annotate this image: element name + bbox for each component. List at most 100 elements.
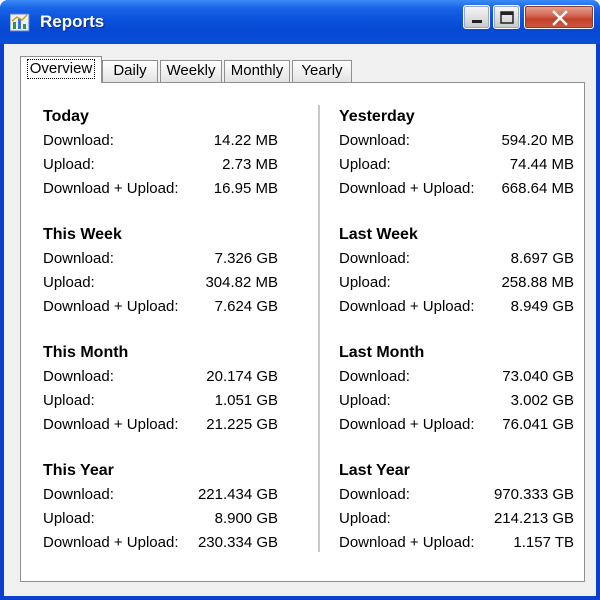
section-title: Today — [43, 108, 89, 125]
total-label: Download + Upload: — [339, 298, 475, 315]
total-value: 76.041 GB — [502, 416, 574, 433]
total-row: Download + Upload: 230.334 GB — [43, 531, 278, 555]
total-value: 668.64 MB — [501, 180, 574, 197]
section-this-month: This Month Download: 20.174 GB Upload: 1… — [43, 341, 278, 437]
download-row: Download: 20.174 GB — [43, 365, 278, 389]
upload-row: Upload: 214.213 GB — [339, 507, 574, 531]
total-row: Download + Upload: 1.157 TB — [339, 531, 574, 555]
close-icon — [552, 10, 568, 26]
section-title: Last Week — [339, 226, 418, 243]
tab-overview[interactable]: Overview — [20, 56, 102, 83]
download-label: Download: — [339, 368, 410, 385]
upload-value: 1.051 GB — [214, 392, 278, 409]
upload-row: Upload: 1.051 GB — [43, 389, 278, 413]
reports-window: Reports Overview Daily Weekly Monthly Ye… — [0, 0, 600, 600]
download-row: Download: 594.20 MB — [339, 129, 574, 153]
download-value: 970.333 GB — [493, 486, 574, 503]
bar-chart-icon — [9, 12, 30, 32]
section-last-month: Last Month Download: 73.040 GB Upload: 3… — [339, 341, 574, 437]
section-title: Yesterday — [339, 108, 415, 125]
total-value: 7.624 GB — [214, 298, 278, 315]
upload-row: Upload: 74.44 MB — [339, 153, 574, 177]
upload-value: 304.82 MB — [205, 274, 278, 291]
upload-label: Upload: — [339, 510, 391, 527]
overview-panel: Today Download: 14.22 MB Upload: 2.73 MB… — [20, 82, 585, 582]
client-area: Overview Daily Weekly Monthly Yearly Tod… — [4, 44, 596, 596]
minimize-button[interactable] — [463, 5, 490, 29]
total-row: Download + Upload: 76.041 GB — [339, 413, 574, 437]
section-this-year: This Year Download: 221.434 GB Upload: 8… — [43, 459, 278, 555]
section-title: Last Year — [339, 462, 410, 479]
download-label: Download: — [339, 486, 410, 503]
section-this-week: This Week Download: 7.326 GB Upload: 304… — [43, 223, 278, 319]
download-label: Download: — [339, 250, 410, 267]
upload-value: 3.002 GB — [510, 392, 574, 409]
download-label: Download: — [339, 132, 410, 149]
total-label: Download + Upload: — [43, 298, 179, 315]
title-bar[interactable]: Reports — [0, 0, 600, 44]
total-row: Download + Upload: 8.949 GB — [339, 295, 574, 319]
upload-value: 214.213 GB — [493, 510, 574, 527]
section-title: This Month — [43, 344, 129, 361]
tab-yearly[interactable]: Yearly — [292, 60, 352, 82]
total-row: Download + Upload: 16.95 MB — [43, 177, 278, 201]
upload-label: Upload: — [43, 510, 95, 527]
download-label: Download: — [43, 250, 114, 267]
download-row: Download: 8.697 GB — [339, 247, 574, 271]
tab-weekly[interactable]: Weekly — [160, 60, 222, 82]
tab-daily[interactable]: Daily — [102, 60, 158, 82]
download-row: Download: 14.22 MB — [43, 129, 278, 153]
tab-monthly[interactable]: Monthly — [224, 60, 290, 82]
download-row: Download: 221.434 GB — [43, 483, 278, 507]
download-value: 73.040 GB — [502, 368, 574, 385]
upload-label: Upload: — [43, 392, 95, 409]
window-title: Reports — [40, 12, 105, 31]
upload-value: 258.88 MB — [501, 274, 574, 291]
section-title: This Week — [43, 226, 122, 243]
tab-yearly-label: Yearly — [301, 62, 343, 79]
total-row: Download + Upload: 21.225 GB — [43, 413, 278, 437]
total-row: Download + Upload: 7.624 GB — [43, 295, 278, 319]
upload-row: Upload: 258.88 MB — [339, 271, 574, 295]
total-label: Download + Upload: — [43, 180, 179, 197]
total-value: 1.157 TB — [513, 534, 574, 551]
upload-value: 8.900 GB — [214, 510, 278, 527]
total-label: Download + Upload: — [339, 534, 475, 551]
upload-row: Upload: 3.002 GB — [339, 389, 574, 413]
download-value: 8.697 GB — [510, 250, 574, 267]
minimize-icon — [472, 20, 482, 23]
download-value: 20.174 GB — [206, 368, 278, 385]
upload-row: Upload: 304.82 MB — [43, 271, 278, 295]
download-value: 221.434 GB — [197, 486, 278, 503]
upload-row: Upload: 8.900 GB — [43, 507, 278, 531]
tab-monthly-label: Monthly — [230, 62, 284, 79]
upload-label: Upload: — [339, 274, 391, 291]
tab-daily-label: Daily — [113, 62, 147, 79]
column-divider — [318, 105, 321, 552]
upload-row: Upload: 2.73 MB — [43, 153, 278, 177]
tab-overview-label: Overview — [26, 59, 96, 79]
download-label: Download: — [43, 486, 114, 503]
total-label: Download + Upload: — [339, 180, 475, 197]
section-title: Last Month — [339, 344, 425, 361]
upload-label: Upload: — [339, 156, 391, 173]
upload-value: 2.73 MB — [222, 156, 278, 173]
maximize-icon — [500, 11, 514, 24]
download-row: Download: 7.326 GB — [43, 247, 278, 271]
section-last-year: Last Year Download: 970.333 GB Upload: 2… — [339, 459, 574, 555]
total-label: Download + Upload: — [339, 416, 475, 433]
download-value: 14.22 MB — [213, 132, 278, 149]
upload-label: Upload: — [339, 392, 391, 409]
total-row: Download + Upload: 668.64 MB — [339, 177, 574, 201]
total-value: 21.225 GB — [206, 416, 278, 433]
close-button[interactable] — [524, 5, 594, 29]
total-label: Download + Upload: — [43, 416, 179, 433]
download-label: Download: — [43, 132, 114, 149]
maximize-button[interactable] — [493, 5, 520, 29]
download-value: 594.20 MB — [501, 132, 574, 149]
tab-weekly-label: Weekly — [166, 62, 216, 79]
section-yesterday: Yesterday Download: 594.20 MB Upload: 74… — [339, 105, 574, 201]
section-today: Today Download: 14.22 MB Upload: 2.73 MB… — [43, 105, 278, 201]
download-value: 7.326 GB — [214, 250, 278, 267]
total-value: 230.334 GB — [197, 534, 278, 551]
